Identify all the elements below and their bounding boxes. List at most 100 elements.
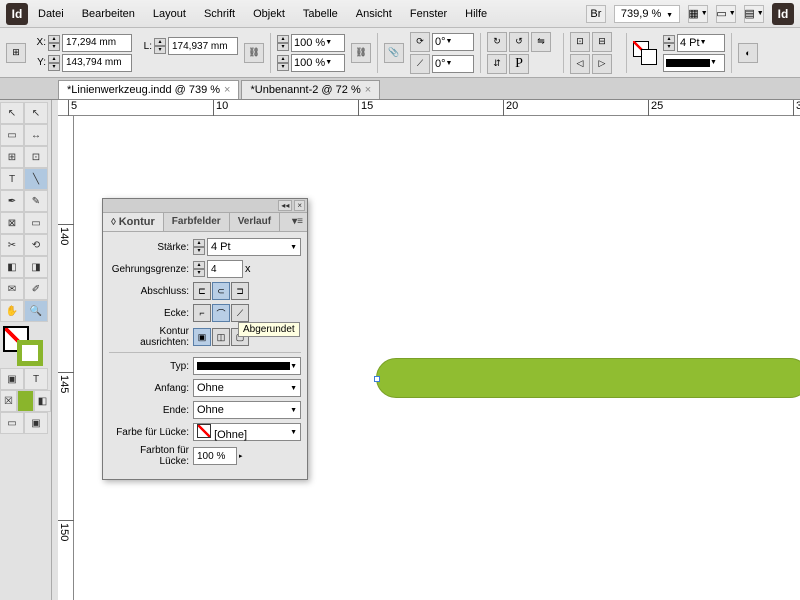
green-line-object[interactable]: [376, 358, 800, 398]
formatting-container[interactable]: ▣: [0, 368, 24, 390]
eyedropper-tool[interactable]: ✐: [24, 278, 48, 300]
l-input[interactable]: [168, 37, 238, 55]
close-icon[interactable]: ×: [365, 84, 371, 96]
gradient-feather-tool[interactable]: ◨: [24, 256, 48, 278]
apply-gradient[interactable]: ◧: [34, 390, 51, 412]
panel-tab-kontur[interactable]: ◊ Kontur: [103, 213, 164, 231]
stroke-weight-spinner[interactable]: ▴▾: [663, 35, 675, 51]
join-bevel-button[interactable]: ⟋: [231, 304, 249, 322]
farbton-input[interactable]: 100 %: [193, 447, 237, 465]
gap-tool[interactable]: ↔: [24, 124, 48, 146]
scale-y[interactable]: 100 %▼: [291, 54, 345, 72]
x-spinner[interactable]: ▴▾: [48, 35, 60, 51]
type-tool[interactable]: T: [0, 168, 24, 190]
selection-tool[interactable]: ↖: [0, 102, 24, 124]
scale-link[interactable]: ⛓: [351, 43, 371, 63]
view-mode-normal[interactable]: ▭: [0, 412, 24, 434]
line-tool[interactable]: ╲: [24, 168, 48, 190]
typ-select[interactable]: ▼: [193, 357, 301, 375]
flip-v-button[interactable]: ⇵: [487, 54, 507, 74]
fill-stroke-control[interactable]: [3, 326, 47, 364]
zoom-tool[interactable]: 🔍: [24, 300, 48, 322]
align-inside-button[interactable]: ◫: [212, 328, 230, 346]
y-spinner[interactable]: ▴▾: [48, 55, 60, 71]
clip-icon[interactable]: 📎: [384, 43, 404, 63]
page-tool[interactable]: ▭: [0, 124, 24, 146]
select-prev-button[interactable]: ◁: [570, 54, 590, 74]
l-spinner[interactable]: ▴▾: [154, 38, 166, 54]
selection-handle[interactable]: [374, 376, 380, 382]
scale-y-spinner[interactable]: ▴▾: [277, 55, 289, 71]
stroke-weight[interactable]: 4 Pt▼: [677, 34, 725, 52]
gradient-swatch-tool[interactable]: ◧: [0, 256, 24, 278]
cap-butt-button[interactable]: ⊏: [193, 282, 211, 300]
panel-collapse-icon[interactable]: ◂◂: [278, 200, 292, 211]
pen-tool[interactable]: ✒: [0, 190, 24, 212]
rotation-angle[interactable]: 0°▼: [432, 33, 474, 51]
screen-mode-button[interactable]: ▭▼: [716, 5, 736, 23]
p-button[interactable]: P: [509, 54, 529, 74]
content-tool[interactable]: ⊞: [0, 146, 24, 168]
panel-tab-farbfelder[interactable]: Farbfelder: [164, 213, 230, 231]
apply-color[interactable]: [17, 390, 34, 412]
formatting-text[interactable]: T: [24, 368, 48, 390]
apply-none[interactable]: ☒: [0, 390, 17, 412]
menu-datei[interactable]: Datei: [30, 4, 72, 24]
gehrung-input[interactable]: [207, 260, 243, 278]
bridge-button[interactable]: Br: [586, 5, 606, 23]
panel-close-icon[interactable]: ×: [294, 200, 305, 211]
select-container-button[interactable]: ⊡: [570, 32, 590, 52]
panel-tab-verlauf[interactable]: Verlauf: [230, 213, 280, 231]
menu-tabelle[interactable]: Tabelle: [295, 4, 346, 24]
anfang-select[interactable]: Ohne▼: [193, 379, 301, 397]
scissors-tool[interactable]: ✂: [0, 234, 24, 256]
menu-fenster[interactable]: Fenster: [402, 4, 455, 24]
hand-tool[interactable]: ✋: [0, 300, 24, 322]
farbe-select[interactable]: [Ohne]▼: [193, 423, 301, 441]
flip-h-button[interactable]: ⇋: [531, 32, 551, 52]
staerke-spinner[interactable]: ▴▾: [193, 239, 205, 255]
transform-tool[interactable]: ⟲: [24, 234, 48, 256]
rectangle-tool[interactable]: ▭: [24, 212, 48, 234]
select-content-button[interactable]: ⊟: [592, 32, 612, 52]
menu-layout[interactable]: Layout: [145, 4, 194, 24]
note-tool[interactable]: ✉: [0, 278, 24, 300]
select-next-button[interactable]: ▷: [592, 54, 612, 74]
join-miter-button[interactable]: ⌐: [193, 304, 211, 322]
fill-stroke-swatch[interactable]: [633, 41, 657, 65]
stroke-style[interactable]: ▼: [663, 54, 725, 72]
reference-point[interactable]: ⊞: [6, 43, 26, 63]
scale-x-spinner[interactable]: ▴▾: [277, 35, 289, 51]
constrain-proportions[interactable]: ⛓: [244, 43, 264, 63]
menu-hilfe[interactable]: Hilfe: [457, 4, 495, 24]
view-options-button[interactable]: ▦▼: [688, 5, 708, 23]
shear-angle[interactable]: 0°▼: [432, 55, 474, 73]
direct-selection-tool[interactable]: ↖: [24, 102, 48, 124]
panel-titlebar[interactable]: ◂◂ ×: [103, 199, 307, 213]
content-placer-tool[interactable]: ⊡: [24, 146, 48, 168]
x-input[interactable]: [62, 34, 132, 52]
view-mode-preview[interactable]: ▣: [24, 412, 48, 434]
align-center-button[interactable]: ▣: [193, 328, 211, 346]
rectangle-frame-tool[interactable]: ⊠: [0, 212, 24, 234]
doc-tab-2[interactable]: *Unbenannt-2 @ 72 %×: [241, 80, 380, 99]
pencil-tool[interactable]: ✎: [24, 190, 48, 212]
gehrung-spinner[interactable]: ▴▾: [193, 261, 205, 277]
doc-tab-1[interactable]: *Linienwerkzeug.indd @ 739 %×: [58, 80, 239, 99]
farbton-caret[interactable]: ▸: [239, 452, 243, 460]
scale-x[interactable]: 100 %▼: [291, 34, 345, 52]
menu-schrift[interactable]: Schrift: [196, 4, 243, 24]
cap-projecting-button[interactable]: ⊐: [231, 282, 249, 300]
menu-ansicht[interactable]: Ansicht: [348, 4, 400, 24]
y-input[interactable]: [62, 54, 132, 72]
rotate-cw-button[interactable]: ↻: [487, 32, 507, 52]
cap-round-button[interactable]: ⊂: [212, 282, 230, 300]
arrange-button[interactable]: ▤▼: [744, 5, 764, 23]
ende-select[interactable]: Ohne▼: [193, 401, 301, 419]
menu-bearbeiten[interactable]: Bearbeiten: [74, 4, 143, 24]
zoom-level[interactable]: 739,9 % ▼: [614, 5, 680, 23]
join-round-button[interactable]: ⌒: [212, 304, 230, 322]
menu-objekt[interactable]: Objekt: [245, 4, 293, 24]
close-icon[interactable]: ×: [224, 84, 230, 96]
rotate-ccw-button[interactable]: ↺: [509, 32, 529, 52]
